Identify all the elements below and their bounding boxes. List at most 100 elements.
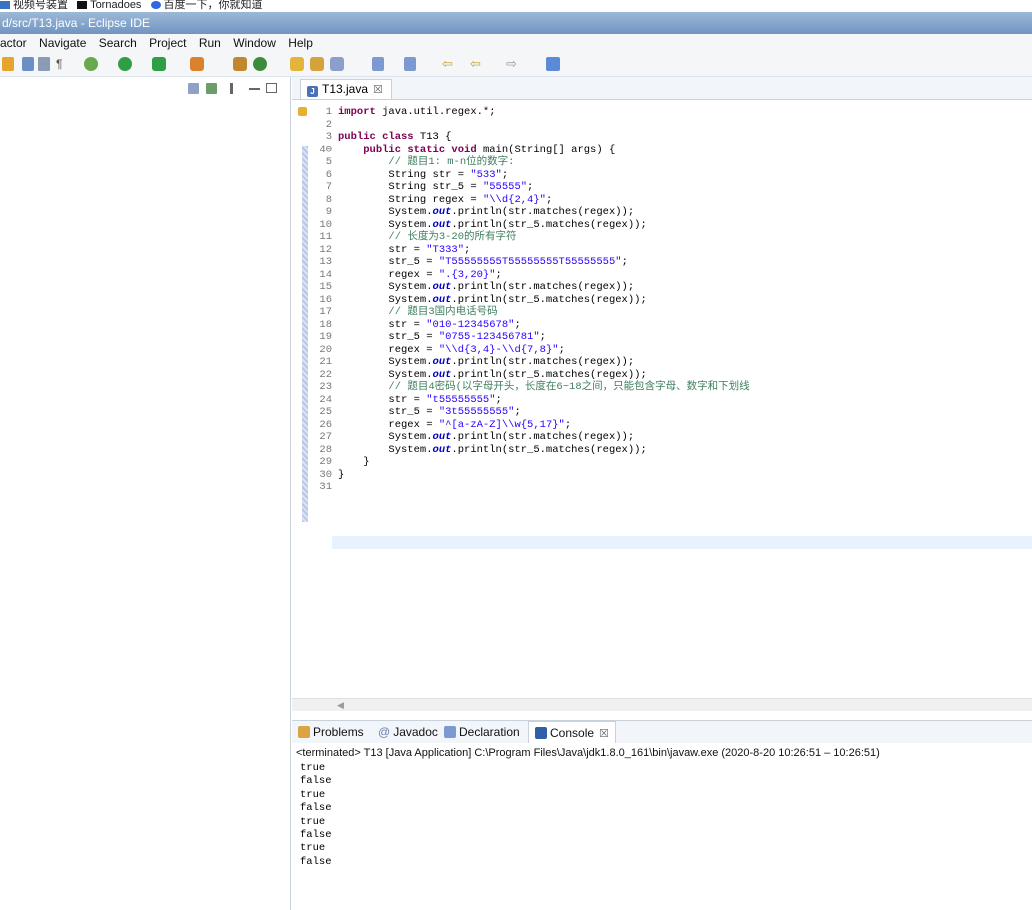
pilcrow-icon[interactable]: ¶ bbox=[56, 57, 66, 71]
debug-icon[interactable] bbox=[84, 57, 98, 71]
declaration-icon bbox=[444, 726, 456, 738]
console-output[interactable]: true false true false true false true false bbox=[300, 762, 332, 869]
collapse-all-icon[interactable] bbox=[188, 83, 199, 94]
at-icon: @ bbox=[378, 725, 391, 739]
line-code: public class T13 { bbox=[338, 131, 452, 143]
code-line: 31 bbox=[310, 481, 750, 494]
current-line-highlight bbox=[332, 536, 1032, 549]
menu-search[interactable]: Search bbox=[99, 36, 137, 50]
new-class-icon[interactable] bbox=[253, 57, 267, 71]
code-editor[interactable]: 1 import java.util.regex.*; 2 3 public class… bbox=[292, 100, 1032, 698]
code-line: 28 System.out.println(str_5.matches(rege… bbox=[310, 444, 750, 457]
block-selection-icon[interactable] bbox=[22, 57, 34, 71]
line-number: 5 bbox=[325, 156, 332, 168]
line-code: // 题目3国内电话号码 bbox=[388, 306, 498, 318]
previous-annotation-icon[interactable] bbox=[404, 57, 416, 71]
java-file-icon: J bbox=[307, 86, 318, 97]
line-number: 18 bbox=[319, 318, 332, 331]
line-number: 7 bbox=[325, 181, 332, 193]
line-code: System.out.println(str_5.matches(regex))… bbox=[338, 218, 647, 231]
scroll-left-icon[interactable]: ◀ bbox=[337, 700, 344, 710]
console-status: <terminated> T13 [Java Application] C:\P… bbox=[296, 747, 880, 759]
tab-javadoc-label: Javadoc bbox=[393, 725, 438, 739]
toggle-mark-occurrences-icon[interactable] bbox=[2, 57, 14, 71]
code-line: 30} bbox=[310, 469, 750, 482]
show-whitespace-icon[interactable] bbox=[38, 57, 50, 71]
code-line: 14 regex = ".{3,20}"; bbox=[310, 269, 750, 282]
bookmark-item[interactable]: 百度一下，你就知道 bbox=[150, 0, 263, 11]
code-line: 2 bbox=[310, 119, 750, 132]
bookmark-item[interactable]: Tornadoes bbox=[77, 0, 141, 11]
code-line: 19 str_5 = "0755-123456781"; bbox=[310, 331, 750, 344]
bookmark-icon bbox=[0, 1, 10, 10]
open-type-icon[interactable] bbox=[290, 57, 304, 71]
line-code: str_5 = "3t55555555"; bbox=[338, 406, 521, 418]
run-icon[interactable] bbox=[118, 57, 132, 71]
line-number: 11 bbox=[319, 231, 332, 243]
close-icon[interactable]: ☒ bbox=[373, 84, 383, 96]
tab-console-label: Console bbox=[550, 726, 595, 740]
menu-help[interactable]: Help bbox=[288, 36, 313, 50]
code-line: 10 System.out.println(str_5.matches(rege… bbox=[310, 219, 750, 232]
tab-javadoc[interactable]: @ Javadoc bbox=[378, 721, 438, 743]
line-number: 23 bbox=[319, 381, 332, 393]
console-line: true bbox=[300, 788, 326, 801]
code-line: 3 public class T13 { bbox=[310, 131, 750, 144]
bookmark-item[interactable]: 视频号装置 bbox=[0, 0, 68, 11]
code-line: 23 // 题目4密码(以字母开头，长度在6~18之间，只能包含字母、数字和下划… bbox=[310, 381, 749, 394]
next-annotation-icon[interactable] bbox=[372, 57, 384, 71]
code-line: 25 str_5 = "3t55555555"; bbox=[310, 406, 750, 419]
minimize-icon[interactable] bbox=[249, 88, 260, 90]
tab-problems[interactable]: Problems bbox=[298, 721, 364, 743]
code-line: 22 System.out.println(str_5.matches(rege… bbox=[310, 369, 750, 382]
line-code: } bbox=[338, 468, 345, 481]
line-number: 6 bbox=[325, 168, 332, 181]
new-java-project-icon[interactable] bbox=[233, 57, 247, 71]
line-number: 31 bbox=[319, 481, 332, 493]
line-code: System.out.println(str.matches(regex)); bbox=[338, 281, 635, 293]
editor-horizontal-scrollbar[interactable]: ◀ bbox=[292, 698, 1032, 711]
search-icon[interactable] bbox=[330, 57, 344, 71]
editor-tab-bar: J T13.java ☒ bbox=[292, 77, 1032, 100]
line-code: } bbox=[338, 456, 370, 468]
code-line: 6 String str = "533"; bbox=[310, 169, 750, 182]
menu-refactor[interactable]: actor bbox=[0, 36, 27, 50]
close-icon[interactable]: ☒ bbox=[599, 728, 609, 740]
line-code: str_5 = "T55555555T55555555T55555555"; bbox=[338, 256, 628, 268]
menu-navigate[interactable]: Navigate bbox=[39, 36, 86, 50]
change-ruler bbox=[302, 146, 308, 522]
menu-run[interactable]: Run bbox=[199, 36, 221, 50]
back-icon[interactable]: ⇦ bbox=[470, 57, 484, 71]
tab-t13-java[interactable]: J T13.java ☒ bbox=[300, 79, 392, 99]
line-code: // 题目1: m-n位的数字: bbox=[388, 156, 515, 168]
code-line: 24 str = "t55555555"; bbox=[310, 394, 750, 407]
problems-icon bbox=[298, 726, 310, 738]
line-number: 20 bbox=[319, 343, 332, 356]
tab-declaration[interactable]: Declaration bbox=[444, 721, 520, 743]
last-edit-icon[interactable]: ⇦ bbox=[442, 57, 456, 71]
maximize-icon[interactable] bbox=[266, 83, 277, 93]
line-number: 30 bbox=[319, 468, 332, 481]
external-tools-icon[interactable] bbox=[190, 57, 204, 71]
code-line: 29 } bbox=[310, 456, 750, 469]
console-line: true bbox=[300, 842, 326, 855]
forward-icon[interactable]: ⇨ bbox=[506, 57, 520, 71]
line-number: 28 bbox=[319, 443, 332, 456]
view-menu-icon[interactable] bbox=[230, 83, 233, 94]
menu-project[interactable]: Project bbox=[149, 36, 186, 50]
menu-window[interactable]: Window bbox=[233, 36, 276, 50]
line-number: 29 bbox=[319, 456, 332, 468]
window-title: d/src/T13.java - Eclipse IDE bbox=[2, 16, 151, 30]
line-number: 15 bbox=[319, 281, 332, 293]
tab-console[interactable]: Console ☒ bbox=[528, 721, 616, 743]
line-number: 16 bbox=[319, 293, 332, 306]
open-task-icon[interactable] bbox=[310, 57, 324, 71]
link-with-editor-icon[interactable] bbox=[206, 83, 217, 94]
coverage-icon[interactable] bbox=[152, 57, 166, 71]
pin-editor-icon[interactable] bbox=[546, 57, 560, 71]
window-title-bar: d/src/T13.java - Eclipse IDE bbox=[0, 12, 1032, 34]
line-code: System.out.println(str.matches(regex)); bbox=[338, 206, 635, 218]
line-number: 14 bbox=[319, 268, 332, 281]
code-lines: 1 import java.util.regex.*; 2 3 public class… bbox=[310, 106, 750, 494]
line-number: 25 bbox=[319, 406, 332, 418]
